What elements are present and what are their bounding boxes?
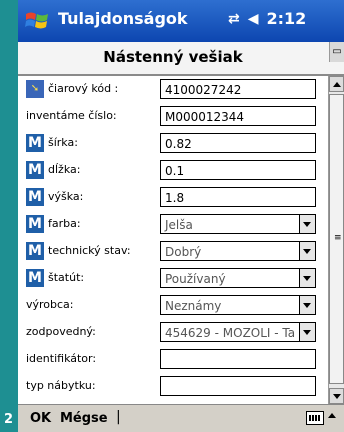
scroll-up-button[interactable]	[329, 76, 344, 92]
scroll-down-button[interactable]	[329, 388, 344, 404]
form-header: Nástenný vešiak ▭	[18, 42, 344, 76]
form-row: zodpovedný: 454629 - MOZOLI - Ta	[18, 319, 328, 346]
field-label: identifikátor:	[26, 352, 97, 365]
dropdown-field[interactable]: 454629 - MOZOLI - Ta	[160, 322, 300, 342]
barcode-scan-icon[interactable]: ➘	[26, 80, 44, 98]
keyboard-icon[interactable]	[306, 411, 324, 425]
form-row: Mštatút: Používaný	[18, 265, 328, 292]
chevron-down-icon[interactable]	[300, 214, 316, 234]
text-field[interactable]	[160, 376, 316, 396]
mandatory-icon: M	[26, 242, 44, 260]
dropdown-field[interactable]: Používaný	[160, 268, 300, 288]
field-label: technický stav:	[48, 244, 131, 257]
cancel-button[interactable]: Mégse	[60, 411, 108, 426]
form-row: typ nábytku:	[18, 373, 328, 400]
chevron-down-icon[interactable]	[300, 268, 316, 288]
form-row: Mvýška: 1.8	[18, 184, 328, 211]
chevron-down-icon[interactable]	[300, 295, 316, 315]
dropdown-field[interactable]: Neznámy	[160, 295, 300, 315]
start-menu-icon[interactable]	[24, 8, 50, 34]
field-label: typ nábytku:	[26, 379, 96, 392]
dropdown-field[interactable]: Jelša	[160, 214, 300, 234]
text-field[interactable]: 0.1	[160, 160, 316, 180]
form-row: Mšírka: 0.82	[18, 130, 328, 157]
app-title: Tulajdonságok	[58, 9, 188, 28]
clock[interactable]: 2:12	[267, 9, 307, 28]
form-row: inventáme číslo: M000012344	[18, 103, 328, 130]
field-label: dĺžka:	[48, 163, 81, 176]
chevron-down-icon[interactable]	[300, 241, 316, 261]
text-field[interactable]: 0.82	[160, 133, 316, 153]
header-control-icon[interactable]: ▭	[329, 42, 344, 62]
properties-form: ➘ čiarový kód : 4100027242 inventáme číslo:…	[18, 76, 328, 404]
mandatory-icon: M	[26, 161, 44, 179]
mandatory-icon: M	[26, 215, 44, 233]
input-panel-arrow-icon[interactable]	[328, 413, 336, 418]
scroll-thumb[interactable]: ≡	[329, 94, 344, 384]
ok-button[interactable]: OK	[30, 411, 51, 426]
field-label: inventáme číslo:	[26, 109, 117, 122]
text-field[interactable]: 4100027242	[160, 79, 316, 99]
form-row: výrobca: Neznámy	[18, 292, 328, 319]
form-row: ➘ čiarový kód : 4100027242	[18, 76, 328, 103]
chevron-down-icon[interactable]	[300, 322, 316, 342]
form-row: Mfarba: Jelša	[18, 211, 328, 238]
field-label: výška:	[48, 190, 84, 203]
field-label: štatút:	[48, 271, 85, 284]
page-title: Nástenný vešiak	[103, 48, 243, 66]
text-field[interactable]: 1.8	[160, 187, 316, 207]
device-screen: Tulajdonságok ⇄ ◀ 2:12 Nástenný vešiak ▭…	[18, 0, 344, 432]
dropdown-field[interactable]: Dobrý	[160, 241, 300, 261]
field-label: farba:	[48, 217, 81, 230]
field-label: šírka:	[48, 136, 78, 149]
mandatory-icon: M	[26, 134, 44, 152]
volume-icon[interactable]: ◀	[248, 11, 259, 27]
form-row: Mtechnický stav: Dobrý	[18, 238, 328, 265]
title-bar: Tulajdonságok ⇄ ◀ 2:12	[18, 0, 344, 42]
connectivity-icon[interactable]: ⇄	[228, 11, 240, 27]
form-row: identifikátor:	[18, 346, 328, 373]
text-field[interactable]: M000012344	[160, 106, 316, 126]
field-label: zodpovedný:	[26, 325, 96, 338]
text-field[interactable]	[160, 349, 316, 369]
side-number: 2	[4, 412, 14, 427]
menu-separator: |	[116, 409, 121, 425]
field-label: výrobca:	[26, 298, 74, 311]
menu-bar: OK Mégse |	[18, 404, 344, 432]
mandatory-icon: M	[26, 269, 44, 287]
form-row: Mdĺžka: 0.1	[18, 157, 328, 184]
field-label: čiarový kód :	[48, 82, 119, 95]
vertical-scrollbar[interactable]: ≡	[328, 76, 344, 404]
mandatory-icon: M	[26, 188, 44, 206]
